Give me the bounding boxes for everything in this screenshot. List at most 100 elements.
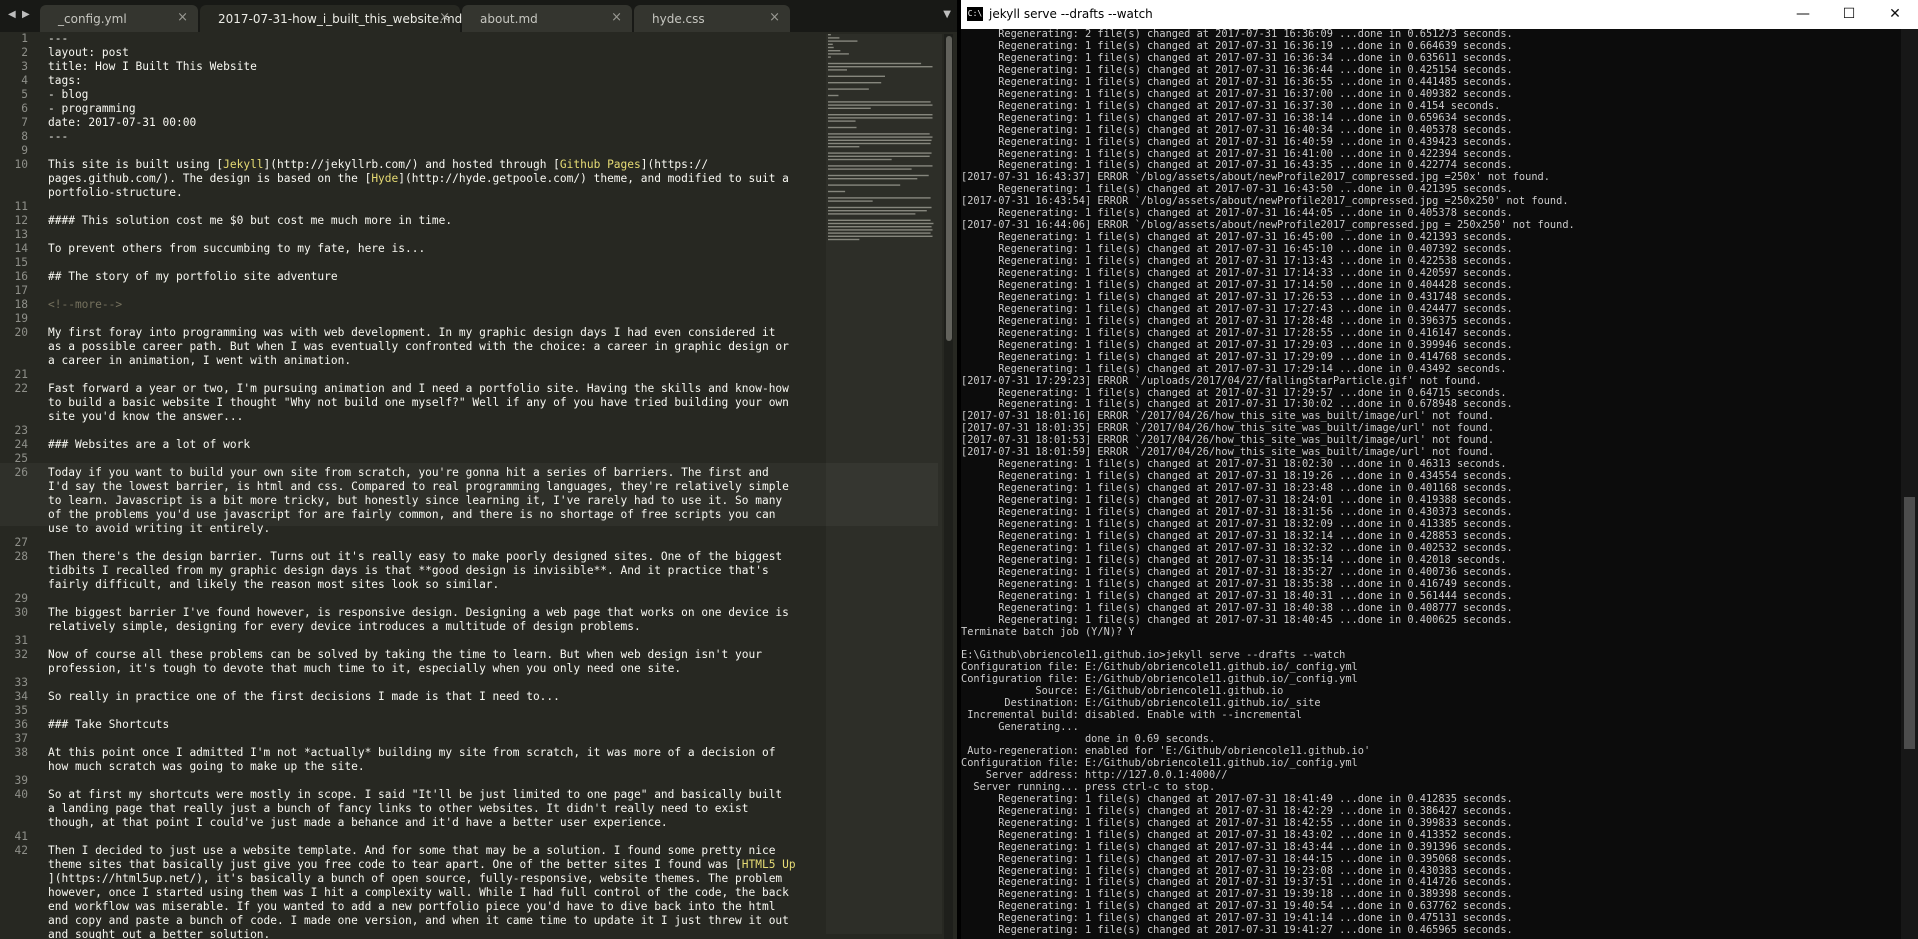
line-number: 33 [14, 676, 28, 689]
console-output[interactable]: Regenerating: 2 file(s) changed at 2017-… [961, 29, 1901, 939]
line-number: 23 [14, 424, 28, 437]
line-number: 40 [14, 788, 28, 801]
code-text-area[interactable]: --- layout: post title: How I Built This W… [48, 32, 824, 939]
line-number: 36 [14, 718, 28, 731]
code-line: a landing page that really just a bunch … [48, 802, 749, 815]
console-line: Regenerating: 1 file(s) changed at 2017-… [961, 613, 1513, 626]
code-line: To prevent others from succumbing to my … [48, 242, 426, 255]
console-line: Regenerating: 1 file(s) changed at 2017-… [961, 804, 1513, 817]
line-number: 20 [14, 326, 28, 339]
code-line: My first foray into programming was with… [48, 326, 776, 339]
desktop: ◀ ▶ _config.yml × 2017-07-31-how_i_built… [0, 0, 1918, 939]
minimap-line [828, 235, 933, 237]
console-line: Regenerating: 1 file(s) changed at 2017-… [961, 541, 1513, 554]
tab-back-icon[interactable]: ◀ [8, 9, 16, 20]
console-line: Regenerating: 1 file(s) changed at 2017-… [961, 362, 1507, 375]
code-line: Then I decided to just use a website tem… [48, 844, 776, 857]
console-scrollbar[interactable] [1901, 29, 1918, 939]
code-line: profession, it's tough to devote that mu… [48, 662, 682, 675]
console-line: Terminate batch job (Y/N)? Y [961, 625, 1135, 638]
line-number: 6 [21, 102, 28, 115]
minimap-line [828, 190, 846, 193]
close-icon[interactable]: × [611, 10, 622, 25]
console-line: Regenerating: 1 file(s) changed at 2017-… [961, 816, 1513, 829]
close-icon[interactable]: × [769, 10, 780, 25]
tab-label: 2017-07-31-how_i_built_this_website.md [218, 12, 463, 26]
console-line: [2017-07-31 17:29:23] ERROR `/uploads/20… [961, 374, 1482, 387]
code-line: and sought out a better solution. [48, 928, 271, 939]
console-title-bar[interactable]: C:\ jekyll serve --drafts --watch — ☐ ✕ [961, 0, 1918, 29]
minimap-line [828, 107, 871, 109]
line-number: 29 [14, 592, 28, 605]
minimap-line [828, 139, 932, 141]
tab-about-md[interactable]: about.md × [462, 5, 632, 32]
code-line: <!--more--> [48, 298, 123, 311]
code-line: title: How I Built This Website [48, 60, 257, 73]
console-line: Regenerating: 1 file(s) changed at 2017-… [961, 123, 1513, 136]
code-line: So at first my shortcuts were mostly in … [48, 788, 783, 801]
minimap-line [828, 229, 933, 231]
line-number: 16 [14, 270, 28, 283]
code-line: however, once I started using them was I… [48, 886, 789, 899]
line-number: 28 [14, 550, 28, 563]
minimap-line [828, 126, 857, 129]
line-number: 25 [14, 452, 28, 465]
code-line: end workflow was miserable. If you wante… [48, 900, 776, 913]
close-icon[interactable]: × [177, 10, 188, 25]
console-line: Regenerating: 1 file(s) changed at 2017-… [961, 87, 1513, 100]
code-line: use to avoid writing it entirely. [48, 522, 271, 535]
tab-forward-icon[interactable]: ▶ [22, 9, 30, 20]
code-line: fairly difficult, and likely the reason … [48, 578, 500, 591]
console-title: jekyll serve --drafts --watch [989, 7, 1153, 21]
line-number: 35 [14, 704, 28, 717]
tab-config-yml[interactable]: _config.yml × [40, 5, 198, 32]
close-icon[interactable]: × [439, 10, 450, 25]
code-line: layout: post [48, 46, 129, 59]
minimap-line [828, 40, 858, 42]
code-line: a career in animation, I went with anima… [48, 354, 352, 367]
minimize-button[interactable]: — [1780, 0, 1826, 29]
code-line: Fast forward a year or two, I'm pursuing… [48, 382, 789, 395]
minimap-line [828, 152, 932, 154]
line-number: 26 [14, 466, 28, 479]
line-number: 12 [14, 214, 28, 227]
minimap-line [828, 210, 927, 212]
text-editor: ◀ ▶ _config.yml × 2017-07-31-how_i_built… [0, 0, 957, 939]
console-line: Regenerating: 1 file(s) changed at 2017-… [961, 792, 1513, 805]
code-line: portfolio-structure. [48, 186, 183, 199]
console-line: Regenerating: 1 file(s) changed at 2017-… [961, 840, 1513, 853]
line-number: 30 [14, 606, 28, 619]
code-line: ](https://html5up.net/), it's basically … [48, 872, 783, 885]
code-line: and copy and paste a bunch of code. I ma… [48, 914, 789, 927]
console-window: C:\ jekyll serve --drafts --watch — ☐ ✕ … [961, 0, 1918, 939]
line-number: 5 [21, 88, 28, 101]
minimap-line [828, 104, 933, 106]
close-button[interactable]: ✕ [1872, 0, 1918, 29]
code-line: --- [48, 32, 69, 45]
minimap-line [828, 114, 933, 116]
line-number: 24 [14, 438, 28, 451]
console-line: Regenerating: 1 file(s) changed at 2017-… [961, 924, 1513, 937]
line-number: 7 [21, 116, 28, 129]
code-line: --- [48, 130, 69, 143]
console-line: Regenerating: 1 file(s) changed at 2017-… [961, 350, 1513, 363]
line-number: 14 [14, 242, 28, 255]
code-line: relatively simple, designing for every d… [48, 620, 641, 633]
tab-how-i-built-this-website[interactable]: 2017-07-31-how_i_built_this_website.md × [200, 5, 463, 32]
console-line: Regenerating: 1 file(s) changed at 2017-… [961, 553, 1507, 566]
console-scrollbar-thumb[interactable] [1904, 497, 1915, 749]
console-line: Regenerating: 1 file(s) changed at 2017-… [961, 828, 1513, 841]
console-app-icon: C:\ [967, 7, 983, 21]
console-line: Regenerating: 1 file(s) changed at 2017-… [961, 75, 1513, 88]
line-number: 39 [14, 774, 28, 787]
minimap[interactable] [828, 34, 940, 294]
minimap-line [828, 75, 885, 77]
tab-label: about.md [480, 12, 538, 26]
editor-scrollbar-thumb[interactable] [946, 36, 952, 341]
maximize-button[interactable]: ☐ [1826, 0, 1872, 29]
code-line: to learn. Javascript is a bit more trick… [48, 494, 783, 507]
minimap-line [828, 184, 901, 186]
tab-menu-icon[interactable]: ▼ [943, 9, 951, 20]
tab-hyde-css[interactable]: hyde.css × [634, 5, 790, 32]
minimap-line [828, 136, 933, 138]
